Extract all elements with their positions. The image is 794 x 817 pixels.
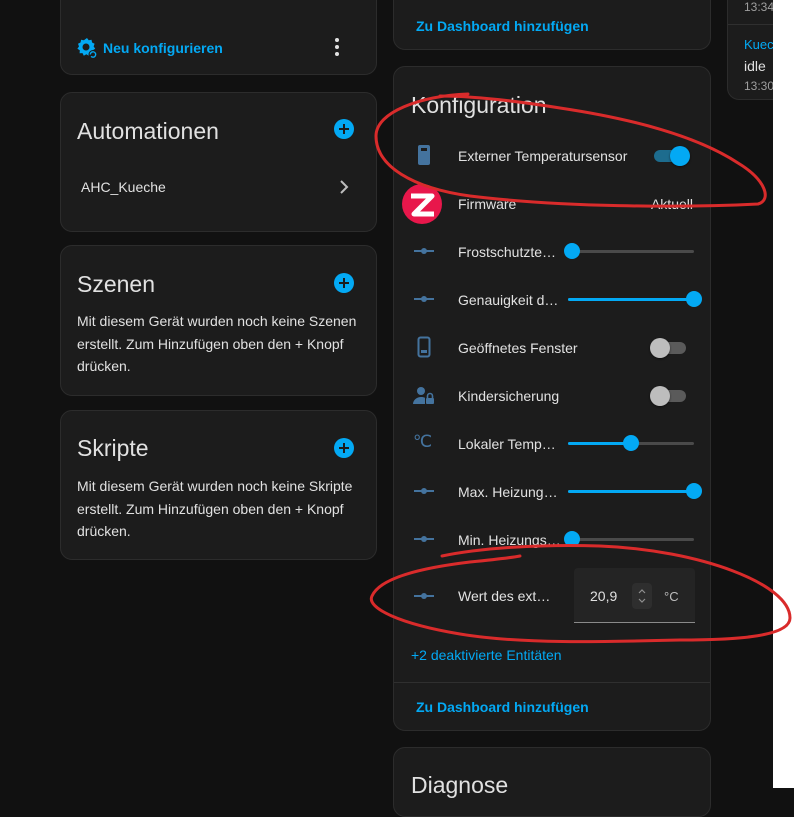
right-edge-panel <box>773 0 794 788</box>
logbook-state: idle <box>744 58 766 74</box>
scripts-empty-text: Mit diesem Gerät wurden noch keine Skrip… <box>77 478 353 539</box>
device-info-card: Neu konfigurieren <box>60 0 377 75</box>
local-temp-label: Lokaler Temp… <box>458 436 556 452</box>
reconfigure-button[interactable]: Neu konfigurieren <box>75 36 223 60</box>
external-value-label: Wert des ext… <box>458 588 551 604</box>
automation-item[interactable]: AHC_Kueche <box>61 171 378 201</box>
configuration-card: Konfiguration Externer Temperatursensor … <box>393 66 711 731</box>
frost-protection-label: Frostschutzte… <box>458 244 557 260</box>
value-stepper[interactable] <box>632 583 652 609</box>
scenes-empty-text: Mit diesem Gerät wurden noch keine Szene… <box>77 313 357 374</box>
accuracy-label: Genauigkeit d… <box>458 292 559 308</box>
dot-icon <box>335 38 339 42</box>
scenes-card: Szenen Mit diesem Gerät wurden noch kein… <box>60 245 377 396</box>
zigbee-icon <box>402 184 442 224</box>
add-to-dashboard-link[interactable]: Zu Dashboard hinzufügen <box>416 18 589 34</box>
add-script-button[interactable] <box>334 438 354 458</box>
add-scene-button[interactable] <box>334 273 354 293</box>
number-icon <box>414 488 434 494</box>
child-lock-toggle[interactable] <box>650 386 690 406</box>
number-icon <box>414 296 434 302</box>
add-to-dashboard-link[interactable]: Zu Dashboard hinzufügen <box>416 699 589 715</box>
device-icon <box>414 143 434 167</box>
diagnostics-title: Diagnose <box>411 772 509 798</box>
external-value-unit: °C <box>664 589 679 604</box>
stepper-arrows-icon <box>638 589 646 603</box>
external-sensor-label: Externer Temperatursensor <box>458 148 628 164</box>
automations-card: Automationen AHC_Kueche <box>60 92 377 232</box>
reconfigure-icon <box>77 38 98 59</box>
min-heating-label: Min. Heizungs… <box>458 532 561 548</box>
external-value-text: 20,9 <box>590 588 618 604</box>
number-icon <box>414 593 434 599</box>
diagnostics-card: Diagnose <box>393 747 711 817</box>
min-heating-slider[interactable] <box>563 531 694 547</box>
firmware-status: Aktuell <box>650 196 693 212</box>
add-automation-button[interactable] <box>334 119 354 139</box>
local-temp-slider[interactable] <box>568 435 694 451</box>
accuracy-slider[interactable] <box>568 291 702 307</box>
automation-item-label: AHC_Kueche <box>81 179 166 195</box>
window-open-label: Geöffnetes Fenster <box>458 340 578 356</box>
dot-icon <box>335 45 339 49</box>
card-divider <box>394 682 710 683</box>
disabled-entities-link[interactable]: +2 deaktivierte Entitäten <box>411 647 562 663</box>
scenes-title: Szenen <box>77 271 156 297</box>
logbook-time: 13:30 <box>744 79 775 93</box>
child-lock-icon <box>412 384 436 408</box>
celsius-icon: ℃ <box>413 432 433 451</box>
plus-icon <box>339 443 349 453</box>
external-value-input[interactable]: 20,9 °C <box>574 568 695 623</box>
logbook-time: 13:34 <box>744 0 775 14</box>
configuration-title: Konfiguration <box>411 92 547 118</box>
max-heating-slider[interactable] <box>568 483 702 499</box>
scripts-title: Skripte <box>77 435 149 461</box>
external-sensor-toggle[interactable] <box>650 146 690 166</box>
reconfigure-label: Neu konfigurieren <box>103 40 223 56</box>
number-icon <box>414 248 434 254</box>
more-options-button[interactable] <box>329 36 345 58</box>
firmware-label: Firmware <box>458 196 517 212</box>
child-lock-label: Kindersicherung <box>458 388 560 404</box>
max-heating-label: Max. Heizung… <box>458 484 558 500</box>
controls-card: Zu Dashboard hinzufügen <box>393 0 711 50</box>
chevron-right-icon <box>340 180 349 194</box>
plus-icon <box>339 124 349 134</box>
window-open-toggle[interactable] <box>650 338 690 358</box>
plus-icon <box>339 278 349 288</box>
automations-title: Automationen <box>77 118 219 144</box>
dot-icon <box>335 52 339 56</box>
number-icon <box>414 536 434 542</box>
window-icon <box>414 335 434 359</box>
scripts-card: Skripte Mit diesem Gerät wurden noch kei… <box>60 410 377 560</box>
frost-protection-slider[interactable] <box>563 243 694 259</box>
